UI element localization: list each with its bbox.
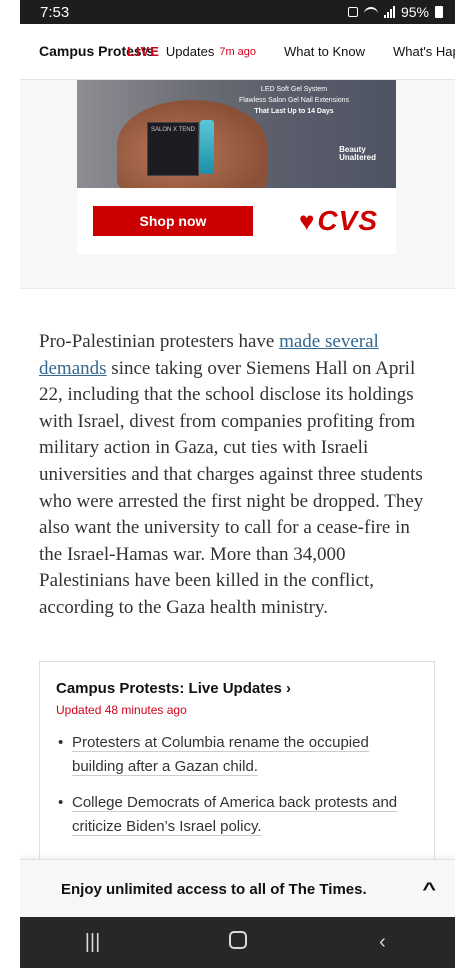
status-icons: 95% <box>347 4 443 20</box>
live-update-item[interactable]: Protesters at Columbia rename the occupi… <box>58 731 418 779</box>
ad-image[interactable]: SALON X TEND LED Soft Gel System Flawles… <box>77 80 396 188</box>
top-nav: Campus Protests LIVE Updates 7m ago What… <box>20 24 455 80</box>
ad-copy: LED Soft Gel System Flawless Salon Gel N… <box>214 84 374 117</box>
battery-percent: 95% <box>400 4 429 20</box>
live-tag: LIVE <box>127 44 160 59</box>
updated-ago: 7m ago <box>219 45 257 58</box>
advertisement: SALON X TEND LED Soft Gel System Flawles… <box>20 80 455 289</box>
shop-now-button[interactable]: Shop now <box>93 206 253 236</box>
ad-line1: LED Soft Gel System <box>260 86 328 93</box>
wifi-icon <box>363 7 378 17</box>
live-updates-list: Protesters at Columbia rename the occupi… <box>56 731 418 839</box>
ad-product-bottle <box>200 120 214 174</box>
back-icon[interactable]: ‹ <box>353 931 413 954</box>
status-bar: 7:53 95% <box>20 0 455 24</box>
subscription-banner[interactable]: Enjoy unlimited access to all of The Tim… <box>20 859 455 918</box>
subscription-banner-text: Enjoy unlimited access to all of The Tim… <box>61 880 367 898</box>
nav-link-whats-happening[interactable]: What's Hap <box>393 44 455 59</box>
article-text-rest: since taking over Siemens Hall on April … <box>39 357 424 618</box>
chevron-up-icon[interactable]: ^ <box>423 879 437 900</box>
live-update-text: College Democrats of America back protes… <box>72 794 398 836</box>
section-brand[interactable]: Campus Protests <box>20 44 154 59</box>
live-update-item[interactable]: College Democrats of America back protes… <box>58 791 418 839</box>
notification-icon <box>347 7 358 17</box>
home-button-icon[interactable] <box>208 930 268 955</box>
system-nav-bar: ||| ‹ <box>20 917 455 968</box>
ad-logo-line2: Unaltered <box>339 153 376 162</box>
signal-icon <box>383 6 395 18</box>
status-time: 7:53 <box>40 3 70 21</box>
recent-apps-icon[interactable]: ||| <box>63 931 123 954</box>
ad-beauty-logo: Beauty Unaltered <box>339 146 376 162</box>
cvs-logo[interactable]: ♥ CVS <box>299 205 378 237</box>
ad-line2: Flawless Salon Gel Nail Extensions <box>238 97 350 104</box>
article-paragraph: Pro-Palestinian protesters have made sev… <box>20 289 434 622</box>
live-updates-title[interactable]: Campus Protests: Live Updates › <box>56 680 418 697</box>
cvs-logo-text: CVS <box>317 205 378 236</box>
live-update-text: Protesters at Columbia rename the occupi… <box>72 734 369 776</box>
ad-box-label: SALON X TEND <box>151 127 195 133</box>
live-updates-link[interactable]: LIVE Updates 7m ago <box>109 44 256 59</box>
updates-label: Updates <box>165 44 215 59</box>
ad-product-box: SALON X TEND <box>147 122 199 176</box>
nav-link-what-to-know[interactable]: What to Know <box>284 44 365 59</box>
phone-screen: 7:53 95% Campus Protests LIVE Updates 7m… <box>20 0 455 968</box>
live-updates-timestamp: Updated 48 minutes ago <box>56 703 187 717</box>
live-updates-card[interactable]: Campus Protests: Live Updates › Updated … <box>39 661 435 881</box>
battery-icon <box>435 6 443 18</box>
ad-line3: That Last Up to 14 Days <box>254 108 334 115</box>
heart-icon: ♥ <box>298 205 316 236</box>
ad-action-bar: Shop now ♥ CVS <box>77 188 396 254</box>
article-text-start: Pro-Palestinian protesters have <box>39 331 280 352</box>
